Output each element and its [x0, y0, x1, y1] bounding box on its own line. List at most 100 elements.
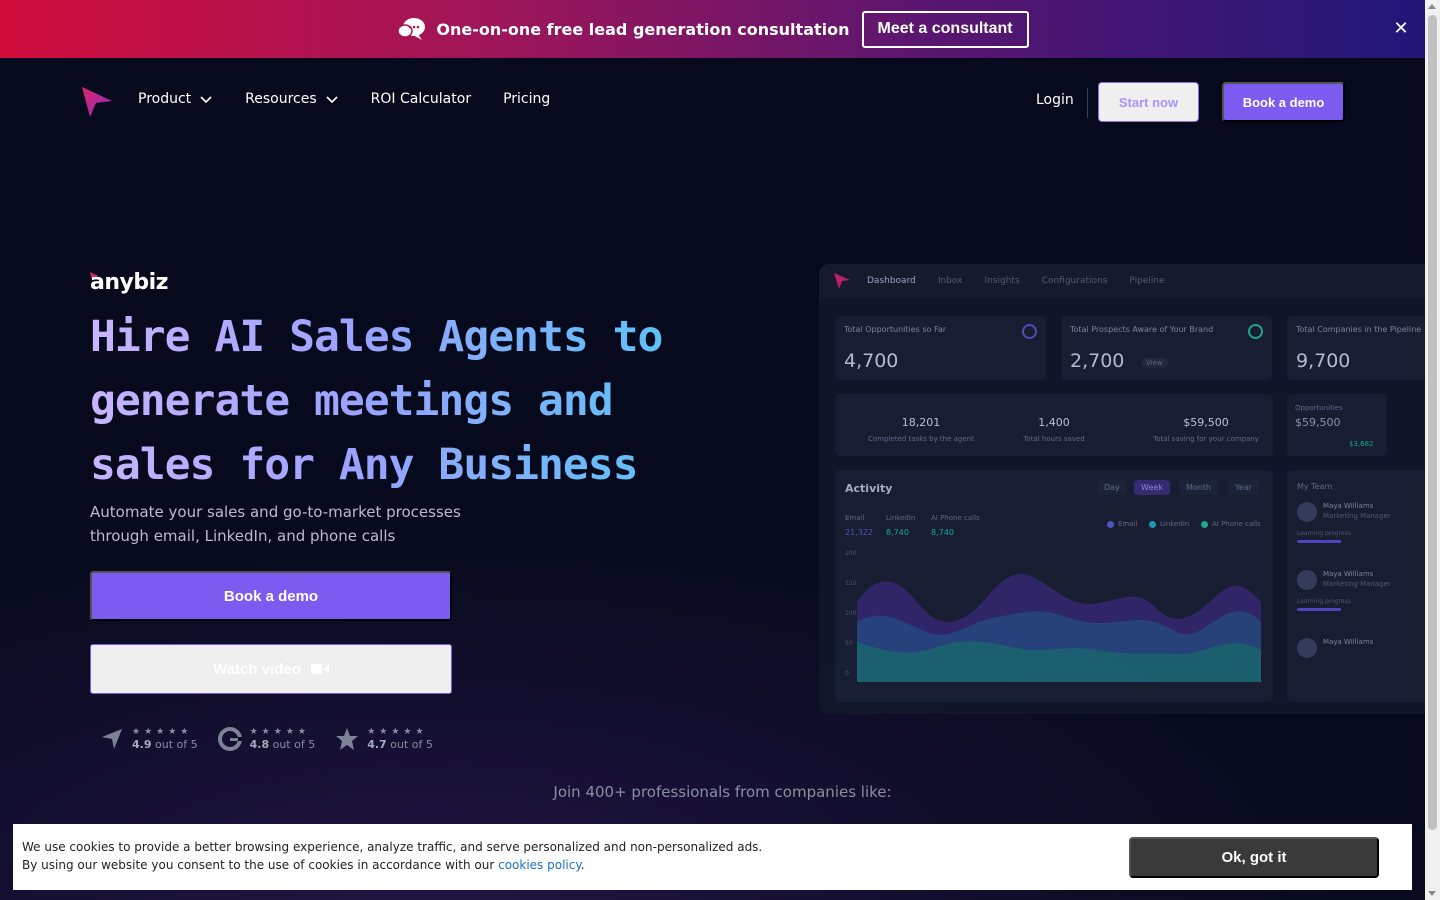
activity-area-chart	[857, 573, 1261, 682]
rating-text: 4.7 out of 5	[367, 738, 433, 751]
promo-text: One-on-one free lead generation consulta…	[436, 19, 850, 39]
y-tick: 150	[845, 580, 857, 587]
nav-item-label: Pricing	[503, 91, 551, 107]
book-demo-nav-button[interactable]: Book a demo	[1222, 82, 1345, 122]
cookie-line-2: By using our website you consent to the …	[22, 856, 762, 874]
rating-g2: ★★★★★ 4.8 out of 5	[217, 726, 316, 751]
stat-value: 18,201	[901, 416, 941, 429]
metric-label: Total Prospects Aware of Your Brand	[1070, 325, 1214, 334]
stat-item: 18,201 Completed tasks by the agent	[861, 402, 981, 443]
dashboard-tab: Configurations	[1041, 276, 1108, 286]
star-logo-icon	[336, 727, 359, 750]
capterra-logo-icon	[102, 728, 122, 749]
stars-icon: ★★★★★	[249, 727, 310, 737]
join-professionals-text: Join 400+ professionals from companies l…	[553, 783, 892, 801]
stat-value: $59,500	[1183, 416, 1229, 429]
legend-email: Email	[1107, 520, 1137, 528]
activity-card: Activity Day Week Month Year Email 21,32…	[835, 470, 1273, 702]
rating-suffix: out of 5	[390, 738, 433, 751]
nav-item-product[interactable]: Product	[138, 91, 213, 107]
meet-consultant-button[interactable]: Meet a consultant	[861, 10, 1029, 48]
dashboard-tab: Pipeline	[1129, 276, 1165, 286]
avatar	[1297, 502, 1317, 522]
start-now-button[interactable]: Start now	[1098, 82, 1199, 122]
cookie-line-2-suffix: .	[580, 858, 585, 872]
view-badge: View	[1141, 358, 1168, 368]
legend-linkedin: LinkedIn	[1149, 520, 1189, 528]
member-progress-bar	[1297, 608, 1341, 611]
main-navbar: Product Resources ROI Calculator Pricing…	[0, 58, 1425, 148]
stats-card: 18,201 Completed tasks by the agent 1,40…	[835, 394, 1273, 456]
y-tick: 50	[845, 640, 853, 647]
stat-label: Total saving for your company	[1153, 435, 1259, 443]
dashboard-tab: Inbox	[937, 276, 963, 286]
metric-icon	[1248, 324, 1263, 339]
y-tick: 200	[845, 550, 857, 557]
metric-value: 4,700	[844, 350, 899, 372]
y-tick: 0	[845, 670, 849, 677]
rating-suffix: out of 5	[155, 738, 198, 751]
rating-text: 4.9 out of 5	[132, 738, 198, 751]
nav-item-label: Resources	[245, 91, 317, 107]
legend-label: AI Phone calls	[1212, 520, 1261, 528]
nav-divider	[1087, 88, 1088, 118]
series-value: 8,740	[886, 528, 909, 537]
rating-text: 4.8 out of 5	[250, 738, 316, 751]
stat-value: 1,400	[1038, 416, 1070, 429]
close-icon[interactable]: ✕	[1391, 19, 1411, 39]
member-name: Maya Williams	[1323, 502, 1374, 510]
member-role: Marketing Manager	[1323, 512, 1391, 520]
period-week: Week	[1134, 480, 1170, 495]
period-year: Year	[1228, 480, 1259, 495]
nav-item-resources[interactable]: Resources	[245, 91, 339, 107]
legend-dot	[1149, 520, 1156, 528]
brand-wordmark: anybiz	[90, 270, 168, 295]
stars-icon: ★★★★★	[132, 727, 193, 737]
legend-label: Email	[1118, 520, 1138, 528]
metric-card: Total Opportunities so Far 4,700	[835, 316, 1046, 380]
scroll-down-arrow-icon[interactable]	[1428, 891, 1436, 896]
metric-label: Total Opportunities so Far	[844, 325, 947, 334]
cookies-policy-link[interactable]: cookies policy	[498, 858, 581, 872]
dashboard-tab: Insights	[984, 276, 1020, 286]
scroll-up-arrow-icon[interactable]	[1428, 4, 1436, 9]
nav-item-label: ROI Calculator	[370, 91, 472, 107]
stat-item: $59,500 Total saving for your company	[1141, 402, 1271, 443]
watch-video-label: Watch video	[213, 660, 301, 678]
cookie-banner: We use cookies to provide a better brows…	[13, 824, 1412, 890]
anybiz-logo-icon	[834, 273, 850, 289]
nav-item-roi-calculator[interactable]: ROI Calculator	[371, 91, 471, 107]
chat-bubbles-icon	[396, 16, 426, 42]
rating-score: 4.9	[132, 738, 152, 751]
chevron-down-icon	[200, 96, 212, 104]
activity-title: Activity	[845, 482, 893, 495]
avatar	[1297, 638, 1317, 658]
metric-card: Total Companies in the Pipeline 9,700	[1287, 316, 1425, 380]
opportunities-card: Opportunities $59,500 $3,682	[1287, 394, 1387, 456]
page-scrollbar[interactable]	[1425, 0, 1440, 900]
dashboard-preview: Dashboard Inbox Insights Configurations …	[819, 264, 1425, 714]
watch-video-button[interactable]: Watch video	[90, 644, 452, 694]
team-title: My Team	[1297, 482, 1333, 491]
g2-logo-icon	[217, 726, 242, 751]
metric-value: 9,700	[1296, 350, 1351, 372]
metric-label: Total Companies in the Pipeline	[1296, 325, 1422, 334]
avatar	[1297, 570, 1317, 590]
y-tick: 100	[845, 610, 857, 617]
nav-item-pricing[interactable]: Pricing	[503, 91, 550, 107]
series-value: 8,740	[931, 528, 954, 537]
member-name: Maya Williams	[1323, 638, 1374, 646]
period-day: Day	[1097, 480, 1127, 495]
team-card: My Team Maya Williams Marketing Manager …	[1287, 470, 1425, 702]
login-link[interactable]: Login	[1036, 92, 1074, 108]
anybiz-logo-icon[interactable]	[80, 85, 114, 119]
scrollbar-thumb[interactable]	[1428, 15, 1437, 830]
cookie-accept-button[interactable]: Ok, got it	[1129, 837, 1379, 878]
series-label: Email	[845, 514, 865, 522]
book-demo-button[interactable]: Book a demo	[90, 571, 452, 621]
chevron-down-icon	[326, 96, 338, 104]
metric-card: Total Prospects Aware of Your Brand 2,70…	[1061, 316, 1272, 380]
cookie-line-2-prefix: By using our website you consent to the …	[22, 858, 495, 872]
stat-item: 1,400 Total hours saved	[994, 402, 1114, 443]
ratings-row: ★★★★★ 4.9 out of 5 ★★★★★ 4.8 out of 5 ★★…	[100, 726, 453, 751]
